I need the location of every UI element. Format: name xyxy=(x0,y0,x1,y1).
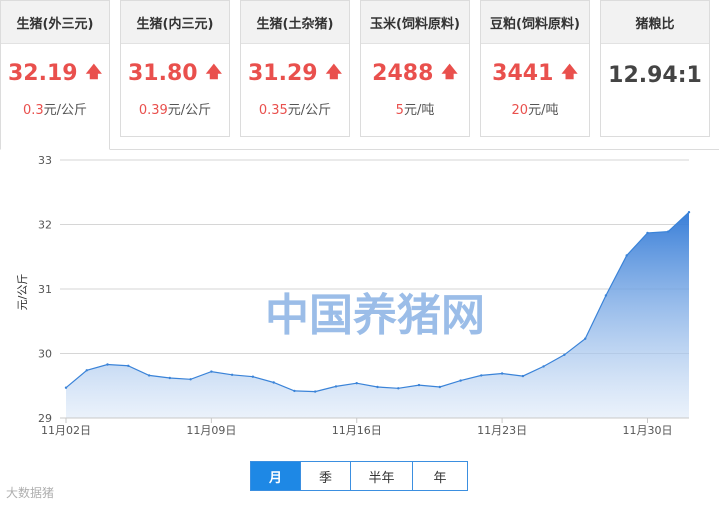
data-point xyxy=(646,231,649,235)
card-title: 生猪(外三元) xyxy=(1,1,109,44)
x-tick-label: 11月23日 xyxy=(477,424,527,437)
up-arrow-icon: 🡅 xyxy=(561,62,578,81)
data-point xyxy=(106,363,109,366)
data-point xyxy=(625,254,628,257)
data-point xyxy=(459,379,462,382)
card-soymeal[interactable]: 豆粕(饲料原料) 3441 🡅 20元/吨 xyxy=(480,0,590,137)
data-point xyxy=(687,211,691,214)
card-title: 豆粕(饲料原料) xyxy=(481,1,589,44)
data-point xyxy=(563,353,566,356)
card-pig-outer[interactable]: 生猪(外三元) 32.19 🡅 0.3元/公斤 xyxy=(0,0,110,150)
data-point xyxy=(272,381,275,384)
card-change: 0.39元/公斤 xyxy=(138,103,212,118)
data-point xyxy=(438,385,441,389)
card-pig-local[interactable]: 生猪(土杂猪) 31.29 🡅 0.35元/公斤 xyxy=(240,0,350,137)
y-axis-label: 元/公斤 xyxy=(16,274,29,311)
card-price: 31.29 🡅 xyxy=(247,61,343,86)
data-point xyxy=(85,369,89,372)
chart-svg: 2930313233 中国养猪网 11月02日 11月09日 11月16日 11月23… xyxy=(16,154,691,437)
up-arrow-icon: 🡅 xyxy=(205,62,223,81)
data-point xyxy=(542,365,545,368)
range-button-half-year[interactable]: 半年 xyxy=(351,462,413,490)
data-point xyxy=(189,378,192,381)
data-point xyxy=(355,382,358,385)
data-point xyxy=(480,374,483,377)
data-point xyxy=(604,294,608,297)
card-change: 20元/吨 xyxy=(511,103,559,118)
data-point xyxy=(500,372,504,375)
data-point xyxy=(314,390,317,393)
card-corn[interactable]: 玉米(饲料原料) 2488 🡅 5元/吨 xyxy=(360,0,470,137)
x-tick-label: 11月02日 xyxy=(41,424,91,437)
range-selector: 月 季 半年 年 xyxy=(250,461,468,491)
card-change: 0.35元/公斤 xyxy=(258,103,332,118)
price-chart: 29 30 31 32 33 中国养猪网 11月02日 11月09日 11月16日 11月23… xyxy=(0,149,719,502)
card-price: 3441 🡅 xyxy=(492,61,578,86)
data-point xyxy=(417,383,421,387)
up-arrow-icon: 🡅 xyxy=(441,62,458,81)
y-tick-label: 32 xyxy=(38,219,52,232)
card-title: 生猪(内三元) xyxy=(121,1,229,44)
card-pig-grain-ratio[interactable]: 猪粮比 12.94:1 xyxy=(600,0,710,137)
range-button-month[interactable]: 月 xyxy=(251,462,301,490)
card-title: 玉米(饲料原料) xyxy=(361,1,469,44)
card-price: 32.19 🡅 xyxy=(7,61,103,86)
up-arrow-icon: 🡅 xyxy=(85,62,103,81)
data-point xyxy=(127,364,130,367)
card-pig-inner[interactable]: 生猪(内三元) 31.80 🡅 0.39元/公斤 xyxy=(120,0,230,137)
price-cards: 生猪(外三元) 32.19 🡅 0.3元/公斤 生猪(内三元) 31.80 🡅 0.… xyxy=(0,0,719,150)
data-point xyxy=(64,386,68,389)
x-tick-label: 11月16日 xyxy=(332,424,382,437)
data-point xyxy=(667,230,670,233)
card-title: 生猪(土杂猪) xyxy=(241,1,349,44)
y-tick-label: 31 xyxy=(38,283,52,296)
data-point xyxy=(168,376,171,380)
data-point xyxy=(397,387,400,390)
range-button-year[interactable]: 年 xyxy=(413,462,467,490)
card-price: 2488 🡅 xyxy=(372,61,458,86)
card-price: 31.80 🡅 xyxy=(127,61,223,86)
data-point xyxy=(210,370,213,373)
corner-watermark: 大数据猪 xyxy=(6,486,55,500)
card-change: 0.3元/公斤 xyxy=(22,103,88,118)
up-arrow-icon: 🡅 xyxy=(325,62,343,81)
y-tick-label: 33 xyxy=(38,154,52,167)
chart-watermark: 中国养猪网 xyxy=(265,290,485,341)
x-axis-ticks: 11月02日 11月09日 11月16日 11月23日 11月30日 xyxy=(41,418,672,437)
x-tick-label: 11月30日 xyxy=(622,424,672,437)
data-point xyxy=(376,385,379,389)
card-title: 猪粮比 xyxy=(601,1,709,44)
data-point xyxy=(230,373,234,376)
y-tick-label: 30 xyxy=(38,348,52,361)
data-point xyxy=(584,337,587,340)
x-tick-label: 11月09日 xyxy=(186,424,236,437)
data-point xyxy=(251,375,255,378)
data-point xyxy=(293,389,296,393)
data-point xyxy=(521,374,525,378)
data-point xyxy=(147,374,151,377)
data-point xyxy=(334,385,338,388)
range-button-quarter[interactable]: 季 xyxy=(301,462,351,490)
ratio-value: 12.94:1 xyxy=(608,63,702,88)
card-change: 5元/吨 xyxy=(395,103,435,118)
